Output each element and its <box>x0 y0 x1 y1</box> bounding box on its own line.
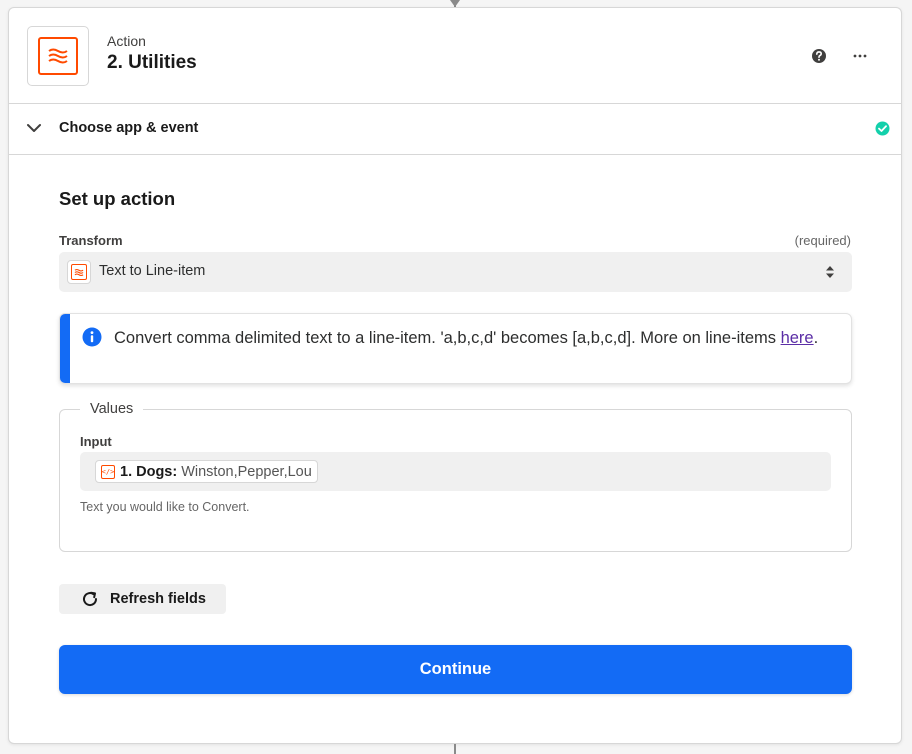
info-callout: Convert comma delimited text to a line-i… <box>59 313 852 384</box>
chevron-down-icon <box>25 121 43 135</box>
step-header: Action 2. Utilities <box>9 8 901 104</box>
transform-select[interactable]: Text to Line-item <box>59 252 852 292</box>
connector-line-bottom <box>454 744 456 754</box>
input-help-text: Text you would like to Convert. <box>80 500 250 514</box>
continue-label: Continue <box>419 660 492 678</box>
code-icon: </> <box>101 464 115 479</box>
input-label: Input <box>80 434 112 449</box>
transform-selected-value: Text to Line-item <box>99 263 206 279</box>
step-title: 2. Utilities <box>107 52 197 73</box>
input-field[interactable]: </> 1. Dogs: Winston,Pepper,Lou <box>80 452 831 491</box>
values-legend: Values <box>80 401 144 417</box>
info-text: Convert comma delimited text to a line-i… <box>114 326 834 351</box>
setup-action-title: Set up action <box>59 188 176 209</box>
pill-label: 1. Dogs: <box>120 463 178 480</box>
info-message: Convert comma delimited text to a line-i… <box>114 329 781 347</box>
info-trailing: . <box>813 329 819 347</box>
connector-arrow-icon <box>450 0 460 7</box>
more-options-icon[interactable] <box>851 48 869 64</box>
select-arrows-icon <box>825 264 835 280</box>
step-type-label: Action <box>107 33 146 49</box>
refresh-fields-button[interactable]: Refresh fields <box>59 584 226 614</box>
check-circle-icon <box>875 121 890 136</box>
info-accent-bar <box>60 314 70 383</box>
choose-app-event-section[interactable]: Choose app & event <box>9 104 901 155</box>
action-step-card: Action 2. Utilities Choose app & event S… <box>8 7 902 744</box>
mapped-field-pill[interactable]: </> 1. Dogs: Winston,Pepper,Lou <box>95 460 318 483</box>
info-icon <box>82 327 102 347</box>
line-items-help-link[interactable]: here <box>781 329 814 347</box>
section-label: Choose app & event <box>59 120 199 136</box>
utilities-icon <box>38 37 78 75</box>
utilities-icon <box>67 260 91 284</box>
continue-button[interactable]: Continue <box>59 645 852 694</box>
values-group: Values Input </> 1. Dogs: Winston,Pepper… <box>59 401 852 552</box>
help-icon[interactable] <box>811 48 827 64</box>
app-icon <box>27 26 89 86</box>
refresh-icon <box>81 590 99 608</box>
refresh-label: Refresh fields <box>110 591 206 607</box>
required-indicator: (required) <box>794 233 851 248</box>
pill-value: Winston,Pepper,Lou <box>181 463 312 480</box>
transform-label: Transform <box>59 233 123 248</box>
